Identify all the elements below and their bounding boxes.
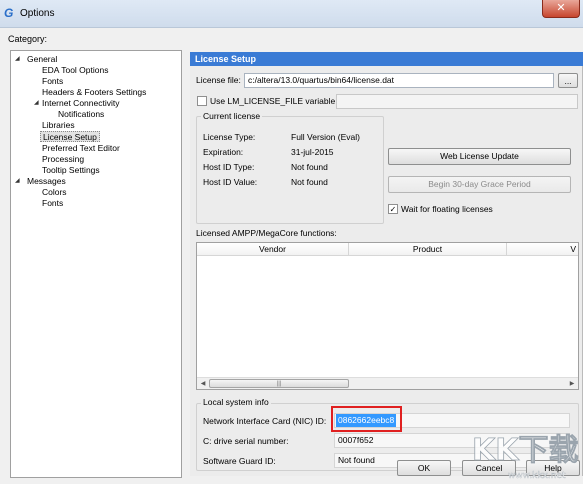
licensed-functions-label: Licensed AMPP/MegaCore functions:: [196, 228, 337, 238]
panel-header: License Setup: [190, 52, 583, 66]
license-file-label: License file:: [196, 75, 241, 85]
dialog-client: Category: ◢ General EDA Tool Options Fon…: [0, 28, 583, 484]
scroll-thumb[interactable]: |||: [209, 379, 349, 388]
use-env-checkbox[interactable]: [197, 96, 207, 106]
ok-button[interactable]: OK: [397, 460, 451, 476]
tree-item-headers-footers[interactable]: Headers & Footers Settings: [42, 87, 146, 98]
use-env-label: Use LM_LICENSE_FILE variable:: [210, 96, 338, 106]
column-header-product[interactable]: Product: [349, 243, 507, 256]
license-type-value: Full Version (Eval): [291, 132, 360, 142]
browse-button[interactable]: ...: [558, 73, 578, 88]
expand-icon[interactable]: ◢: [34, 98, 39, 109]
web-license-update-button[interactable]: Web License Update: [388, 148, 571, 165]
tree-item-libraries[interactable]: Libraries: [42, 120, 75, 131]
tree-item-internet-connectivity[interactable]: Internet Connectivity: [42, 98, 119, 109]
host-id-type-label: Host ID Type:: [203, 162, 255, 172]
watermark-brand: KK下载: [472, 433, 579, 468]
license-file-input[interactable]: c:/altera/13.0/quartus/bin64/license.dat: [244, 73, 554, 88]
tree-item-tooltip-settings[interactable]: Tooltip Settings: [42, 165, 100, 176]
tree-item-notifications[interactable]: Notifications: [58, 109, 104, 120]
wait-floating-label: Wait for floating licenses: [401, 204, 493, 214]
host-id-type-value: Not found: [291, 162, 328, 172]
host-id-value-label: Host ID Value:: [203, 177, 258, 187]
scroll-left-icon[interactable]: ◀: [198, 379, 208, 389]
tree-item-general[interactable]: General: [27, 54, 57, 65]
env-variable-input[interactable]: [336, 94, 578, 109]
wait-floating-checkbox[interactable]: ✓: [388, 204, 398, 214]
title-bar[interactable]: G Options ✕: [0, 0, 583, 28]
nic-label: Network Interface Card (NIC) ID:: [203, 416, 327, 426]
column-header-vendor[interactable]: Vendor: [197, 243, 349, 256]
scroll-right-icon[interactable]: ▶: [567, 379, 577, 389]
license-setup-panel: License file: c:/altera/13.0/quartus/bin…: [190, 66, 583, 476]
expiration-value: 31-jul-2015: [291, 147, 334, 157]
grace-period-button[interactable]: Begin 30-day Grace Period: [388, 176, 571, 193]
window-title: Options: [20, 8, 55, 19]
local-system-info-title: Local system info: [201, 397, 271, 407]
category-label: Category:: [8, 34, 48, 44]
watermark-logo: KK下载 www.kkx.net: [472, 433, 579, 482]
expand-icon[interactable]: ◢: [15, 176, 20, 187]
current-license-title: Current license: [201, 111, 263, 121]
category-tree[interactable]: ◢ General EDA Tool Options Fonts Headers…: [10, 50, 182, 478]
tree-item-eda-tool-options[interactable]: EDA Tool Options: [42, 65, 108, 76]
highlight-box: [331, 406, 402, 432]
tree-item-fonts[interactable]: Fonts: [42, 76, 63, 87]
tree-item-license-setup[interactable]: License Setup: [40, 131, 100, 142]
expiration-label: Expiration:: [203, 147, 244, 157]
guard-label: Software Guard ID:: [203, 456, 276, 466]
tree-item-colors[interactable]: Colors: [42, 187, 67, 198]
licensed-functions-table[interactable]: Vendor Product V ◀ ||| ▶: [196, 242, 579, 390]
close-button[interactable]: ✕: [542, 0, 580, 18]
column-header-version[interactable]: V: [507, 243, 578, 256]
host-id-value: Not found: [291, 177, 328, 187]
watermark-url: www.kkx.net: [508, 471, 566, 481]
serial-label: C: drive serial number:: [203, 436, 289, 446]
expand-icon[interactable]: ◢: [15, 54, 20, 65]
app-icon: G: [4, 6, 14, 20]
license-type-label: License Type:: [203, 132, 256, 142]
tree-item-messages[interactable]: Messages: [27, 176, 66, 187]
tree-item-message-fonts[interactable]: Fonts: [42, 198, 63, 209]
tree-item-preferred-text-editor[interactable]: Preferred Text Editor: [42, 143, 120, 154]
tree-item-processing[interactable]: Processing: [42, 154, 84, 165]
horizontal-scrollbar[interactable]: ◀ ||| ▶: [197, 377, 578, 389]
